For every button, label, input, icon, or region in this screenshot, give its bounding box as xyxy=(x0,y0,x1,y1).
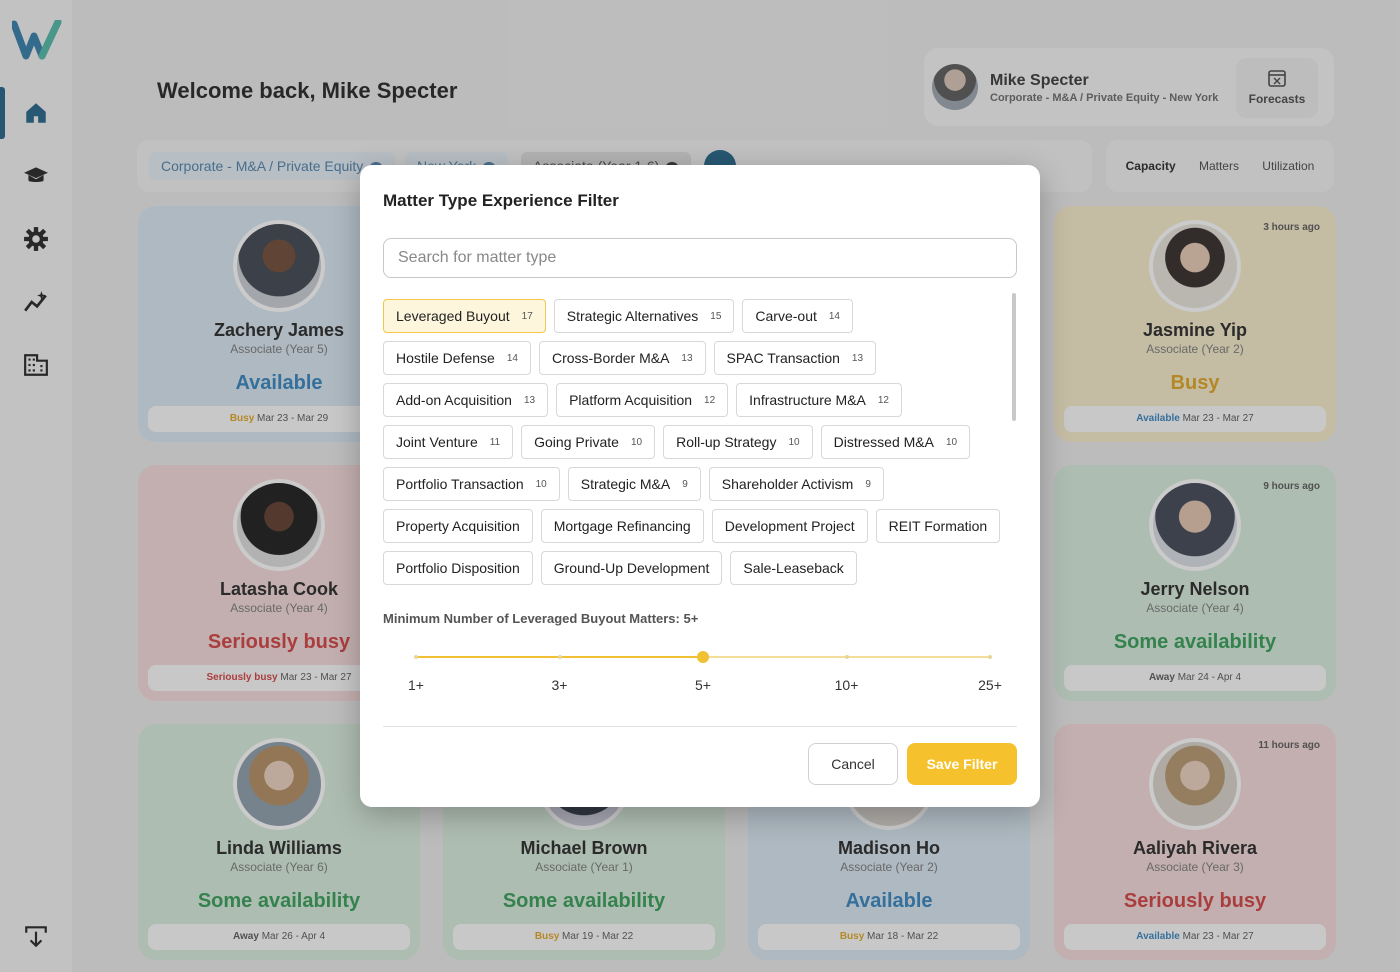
tag-roll-up-strategy[interactable]: Roll-up Strategy 10 xyxy=(663,425,813,459)
tag-count: 13 xyxy=(523,394,536,406)
tag-distressed-ma[interactable]: Distressed M&A 10 xyxy=(820,425,971,459)
slider-tick-label[interactable]: 25+ xyxy=(978,677,1002,693)
tag-label: Platform Acquisition xyxy=(569,392,693,408)
tag-label: Portfolio Disposition xyxy=(396,560,520,576)
tag-count: 14 xyxy=(506,352,518,364)
tag-label: Carve-out xyxy=(755,308,817,324)
tag-label: Add-on Acquisition xyxy=(396,392,512,408)
tag-label: Roll-up Strategy xyxy=(676,434,777,450)
matter-type-search-input[interactable] xyxy=(383,238,1017,278)
tag-count: 10 xyxy=(630,436,643,448)
tag-portfolio-transaction[interactable]: Portfolio Transaction 10 xyxy=(383,467,560,501)
tag-count: 12 xyxy=(877,394,889,406)
tag-count: 17 xyxy=(521,310,533,322)
tag-label: Leveraged Buyout xyxy=(396,308,510,324)
tag-platform-acquisition[interactable]: Platform Acquisition 12 xyxy=(556,383,729,417)
tag-label: Going Private xyxy=(534,434,619,450)
slider-tick-label[interactable]: 1+ xyxy=(408,677,424,693)
matter-type-filter-modal: Matter Type Experience Filter Leveraged … xyxy=(360,165,1040,807)
tag-ground-up-development[interactable]: Ground-Up Development xyxy=(540,551,723,585)
min-matters-slider[interactable] xyxy=(414,651,992,663)
tag-spac-transaction[interactable]: SPAC Transaction 13 xyxy=(713,341,877,375)
tag-strategic-alternatives[interactable]: Strategic Alternatives 15 xyxy=(553,299,735,333)
tag-label: Mortgage Refinancing xyxy=(553,518,691,534)
tag-count: 13 xyxy=(851,352,864,364)
matter-type-tag-list: Leveraged Buyout 17 Strategic Alternative… xyxy=(383,299,1009,589)
slider-tick-label[interactable]: 10+ xyxy=(835,677,859,693)
tag-shareholder-activism[interactable]: Shareholder Activism 9 xyxy=(708,467,884,501)
tag-count: 14 xyxy=(828,310,840,322)
modal-divider xyxy=(383,726,1017,727)
tag-count: 9 xyxy=(682,478,688,490)
slider-tick-label[interactable]: 3+ xyxy=(552,677,568,693)
save-filter-button[interactable]: Save Filter xyxy=(907,743,1017,785)
tag-portfolio-disposition[interactable]: Portfolio Disposition xyxy=(383,551,533,585)
tag-count: 10 xyxy=(535,478,547,490)
slider-label: Minimum Number of Leveraged Buyout Matte… xyxy=(383,611,699,626)
tag-count: 10 xyxy=(945,436,958,448)
tag-label: Distressed M&A xyxy=(833,434,934,450)
tag-label: Portfolio Transaction xyxy=(396,476,524,492)
tag-reit-formation[interactable]: REIT Formation xyxy=(875,509,1001,543)
slider-handle[interactable] xyxy=(697,651,709,663)
tag-count: 9 xyxy=(865,478,871,490)
tag-cross-border-ma[interactable]: Cross-Border M&A 13 xyxy=(538,341,706,375)
tag-label: REIT Formation xyxy=(888,518,988,534)
cancel-button[interactable]: Cancel xyxy=(808,743,898,785)
tag-label: Infrastructure M&A xyxy=(749,392,866,408)
tag-count: 11 xyxy=(489,436,501,448)
slider-step-dot xyxy=(844,655,849,659)
tag-leveraged-buyout[interactable]: Leveraged Buyout 17 xyxy=(383,299,546,333)
slider-step-dot xyxy=(988,655,992,659)
tag-label: Strategic Alternatives xyxy=(566,308,699,324)
tag-label: Sale-Leaseback xyxy=(743,560,844,576)
tag-hostile-defense[interactable]: Hostile Defense 14 xyxy=(383,341,531,375)
tag-label: Joint Venture xyxy=(396,434,478,450)
tag-count: 12 xyxy=(704,394,716,406)
tag-label: Ground-Up Development xyxy=(553,560,710,576)
tag-mortgage-refinancing[interactable]: Mortgage Refinancing xyxy=(540,509,704,543)
tag-label: Cross-Border M&A xyxy=(551,350,670,366)
tag-infrastructure-ma[interactable]: Infrastructure M&A 12 xyxy=(736,383,902,417)
tag-label: Hostile Defense xyxy=(396,350,495,366)
modal-title: Matter Type Experience Filter xyxy=(383,191,619,210)
tag-count: 10 xyxy=(788,436,800,448)
tag-development-project[interactable]: Development Project xyxy=(711,509,868,543)
tag-property-acquisition[interactable]: Property Acquisition xyxy=(383,509,533,543)
tag-label: Shareholder Activism xyxy=(721,476,854,492)
tag-carve-out[interactable]: Carve-out 14 xyxy=(742,299,853,333)
tag-sale-leaseback[interactable]: Sale-Leaseback xyxy=(730,551,857,585)
tag-count: 15 xyxy=(710,310,722,322)
tag-count: 13 xyxy=(681,352,693,364)
tag-label: Development Project xyxy=(724,518,855,534)
slider-tick-label[interactable]: 5+ xyxy=(695,677,711,693)
tag-label: Property Acquisition xyxy=(396,518,520,534)
slider-step-dot xyxy=(557,655,562,659)
tag-label: SPAC Transaction xyxy=(726,350,840,366)
tag-list-scrollbar[interactable] xyxy=(1012,293,1016,421)
tag-add-on-acquisition[interactable]: Add-on Acquisition 13 xyxy=(383,383,549,417)
slider-step-dot xyxy=(414,655,418,659)
tag-strategic-ma[interactable]: Strategic M&A 9 xyxy=(567,467,701,501)
tag-going-private[interactable]: Going Private 10 xyxy=(521,425,656,459)
tag-joint-venture[interactable]: Joint Venture 11 xyxy=(383,425,514,459)
tag-label: Strategic M&A xyxy=(580,476,671,492)
